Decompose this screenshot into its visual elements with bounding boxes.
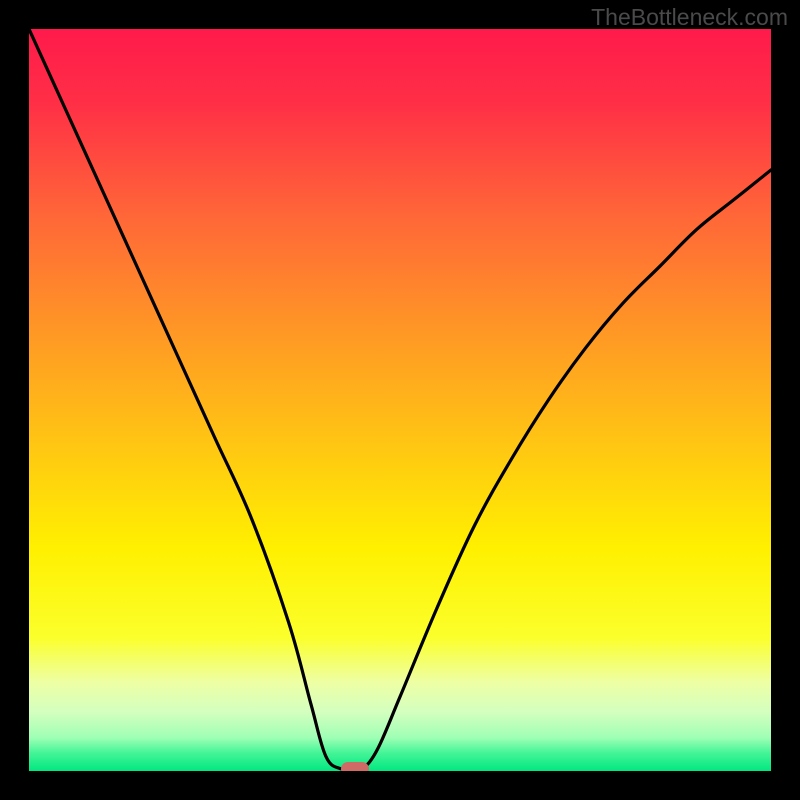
chart-frame: TheBottleneck.com xyxy=(0,0,800,800)
optimal-marker xyxy=(341,762,369,771)
plot-area xyxy=(29,29,771,771)
attribution-text: TheBottleneck.com xyxy=(591,4,788,31)
bottleneck-curve xyxy=(29,29,771,771)
